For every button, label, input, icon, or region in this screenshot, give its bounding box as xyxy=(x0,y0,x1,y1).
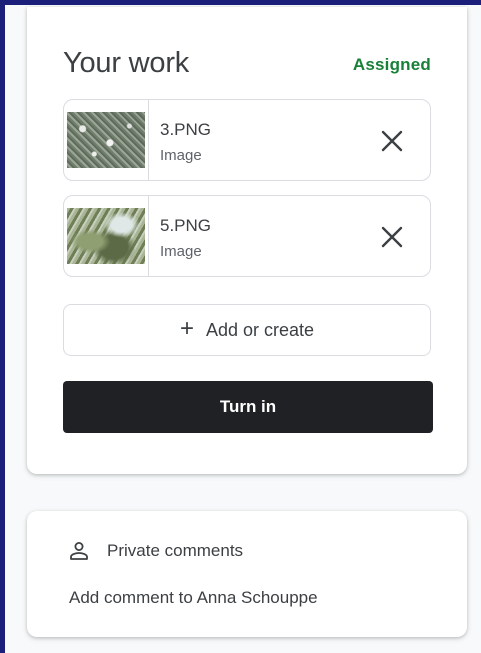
private-comments-title: Private comments xyxy=(107,541,244,560)
image-thumbnail xyxy=(67,208,145,264)
private-comments-card: Private comments Add comment to Anna Sch… xyxy=(27,511,467,637)
attachment-thumbnail[interactable] xyxy=(64,100,149,180)
plus-icon: + xyxy=(179,315,194,342)
add-comment-input[interactable]: Add comment to Anna Schouppe xyxy=(69,588,318,608)
attachment-name[interactable]: 5.PNG xyxy=(160,216,211,236)
attachment-card[interactable]: 3.PNG Image xyxy=(63,99,431,181)
attachment-type: Image xyxy=(160,243,202,260)
add-or-create-label: Add or create xyxy=(205,319,315,340)
attachment-card[interactable]: 5.PNG Image xyxy=(63,195,431,277)
your-work-title: Your work xyxy=(63,47,190,79)
attachment-name[interactable]: 3.PNG xyxy=(160,120,211,140)
screenshot-frame: Your work Assigned 3.PNG Image 5.PNG Ima… xyxy=(0,0,481,653)
turn-in-button[interactable]: Turn in xyxy=(63,381,433,433)
person-icon xyxy=(70,542,88,560)
your-work-card: Your work Assigned 3.PNG Image 5.PNG Ima… xyxy=(27,7,467,474)
image-thumbnail xyxy=(67,112,145,168)
assignment-status: Assigned xyxy=(352,55,431,74)
attachment-thumbnail[interactable] xyxy=(64,196,149,276)
close-icon[interactable] xyxy=(380,129,404,153)
close-icon[interactable] xyxy=(380,225,404,249)
private-comments-header: Private comments xyxy=(67,539,243,563)
turn-in-label: Turn in xyxy=(219,397,277,416)
add-or-create-button[interactable]: + Add or create xyxy=(63,304,431,356)
attachment-type: Image xyxy=(160,147,202,164)
